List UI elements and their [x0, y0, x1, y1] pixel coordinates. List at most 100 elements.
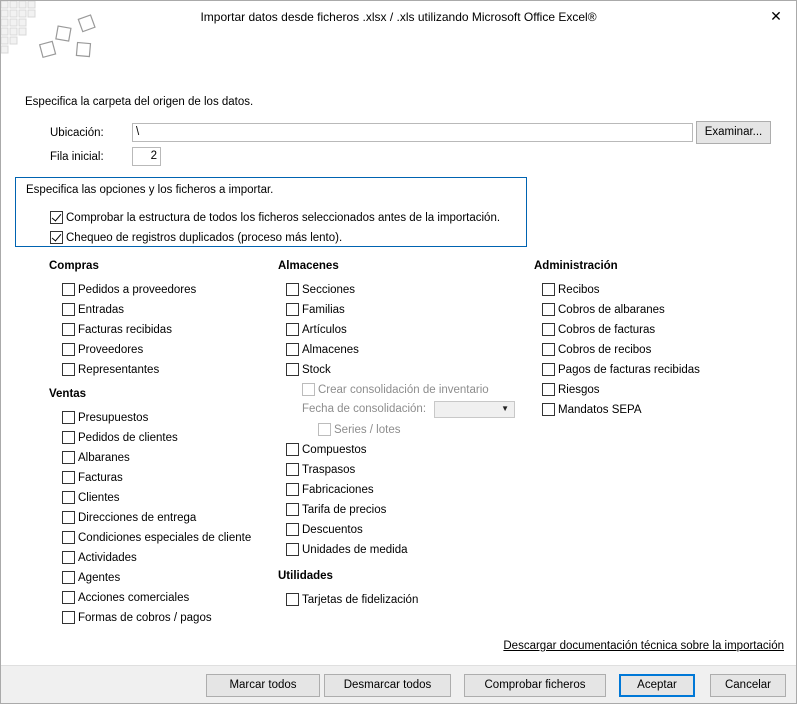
button-bar: Marcar todos Desmarcar todos Comprobar f… [1, 665, 796, 703]
checkbox[interactable] [286, 523, 299, 536]
item-label: Facturas [78, 472, 123, 484]
checkbox[interactable] [542, 343, 555, 356]
checkbox[interactable] [62, 431, 75, 444]
mark-all-button[interactable]: Marcar todos [206, 674, 320, 697]
item-label: Traspasos [302, 464, 356, 476]
item-label: Familias [302, 304, 345, 316]
checkbox[interactable] [286, 483, 299, 496]
checkbox[interactable] [542, 403, 555, 416]
checkbox[interactable] [286, 283, 299, 296]
item-label: Recibos [558, 284, 600, 296]
item-label: Representantes [78, 364, 160, 376]
consolidation-date-label: Fecha de consolidación: [302, 403, 427, 415]
options-heading: Especifica las opciones y los ficheros a… [26, 184, 274, 196]
start-row-label: Fila inicial: [50, 151, 104, 163]
window-title: Importar datos desde ficheros .xlsx / .x… [200, 10, 597, 24]
checkbox[interactable] [50, 211, 63, 224]
checkbox[interactable] [542, 283, 555, 296]
item-label: Presupuestos [78, 412, 149, 424]
checkbox[interactable] [50, 231, 63, 244]
item-label: Pedidos a proveedores [78, 284, 197, 296]
download-docs-link[interactable]: Descargar documentación técnica sobre la… [503, 640, 784, 652]
item-label: Tarjetas de fidelización [302, 594, 419, 606]
item-label: Formas de cobros / pagos [78, 612, 212, 624]
checkbox[interactable] [62, 411, 75, 424]
item-label: Secciones [302, 284, 356, 296]
checkbox[interactable] [62, 551, 75, 564]
group-title-compras: Compras [49, 260, 99, 272]
item-label: Actividades [78, 552, 137, 564]
accept-button[interactable]: Aceptar [619, 674, 695, 697]
checkbox[interactable] [62, 571, 75, 584]
title-bar: Importar datos desde ficheros .xlsx / .x… [1, 1, 796, 59]
checkbox[interactable] [62, 591, 75, 604]
option-label: Comprobar la estructura de todos los fic… [66, 212, 501, 224]
item-label: Artículos [302, 324, 347, 336]
item-label: Pagos de facturas recibidas [558, 364, 700, 376]
item-label: Cobros de albaranes [558, 304, 665, 316]
checkbox[interactable] [286, 593, 299, 606]
item-label: Descuentos [302, 524, 363, 536]
item-label: Agentes [78, 572, 121, 584]
checkbox[interactable] [62, 611, 75, 624]
checkbox[interactable] [286, 443, 299, 456]
item-label: Mandatos SEPA [558, 404, 642, 416]
checkbox[interactable] [542, 383, 555, 396]
checkbox[interactable] [62, 363, 75, 376]
check-files-button[interactable]: Comprobar ficheros [464, 674, 606, 697]
item-label: Facturas recibidas [78, 324, 172, 336]
item-label: Unidades de medida [302, 544, 408, 556]
checkbox[interactable] [286, 463, 299, 476]
checkbox[interactable] [286, 543, 299, 556]
dropdown-arrow-icon: ▼ [501, 404, 509, 413]
unmark-all-button[interactable]: Desmarcar todos [324, 674, 451, 697]
item-label: Albaranes [78, 452, 130, 464]
checkbox[interactable] [62, 491, 75, 504]
item-label: Direcciones de entrega [78, 512, 197, 524]
cancel-button[interactable]: Cancelar [710, 674, 786, 697]
item-label: Crear consolidación de inventario [318, 384, 489, 396]
checkbox[interactable] [286, 363, 299, 376]
import-dialog: Importar datos desde ficheros .xlsx / .x… [0, 0, 797, 704]
item-label: Series / lotes [334, 424, 401, 436]
checkbox[interactable] [286, 503, 299, 516]
checkbox[interactable] [286, 303, 299, 316]
item-label: Cobros de recibos [558, 344, 652, 356]
item-label: Cobros de facturas [558, 324, 656, 336]
checkbox[interactable] [542, 303, 555, 316]
item-label: Pedidos de clientes [78, 432, 178, 444]
group-title-ventas: Ventas [49, 388, 87, 400]
location-input[interactable]: \ [132, 123, 693, 142]
item-label: Almacenes [302, 344, 359, 356]
options-box: Especifica las opciones y los ficheros a… [15, 177, 527, 247]
group-title-utilidades: Utilidades [278, 570, 333, 582]
origin-heading: Especifica la carpeta del origen de los … [25, 96, 254, 108]
checkbox[interactable] [62, 471, 75, 484]
checkbox[interactable] [62, 451, 75, 464]
group-title-administracion: Administración [534, 260, 618, 272]
browse-button[interactable]: Examinar... [696, 121, 771, 144]
item-label: Proveedores [78, 344, 144, 356]
checkbox[interactable] [62, 511, 75, 524]
checkbox[interactable] [62, 343, 75, 356]
item-label: Acciones comerciales [78, 592, 190, 604]
checkbox[interactable] [62, 283, 75, 296]
checkbox[interactable] [542, 323, 555, 336]
group-title-almacenes: Almacenes [278, 260, 339, 272]
checkbox[interactable] [286, 343, 299, 356]
item-label: Fabricaciones [302, 484, 374, 496]
close-icon[interactable]: ✕ [764, 5, 788, 27]
location-label: Ubicación: [50, 127, 104, 139]
checkbox[interactable] [286, 323, 299, 336]
checkbox[interactable] [62, 323, 75, 336]
consolidation-date-select: ▼ [434, 401, 515, 418]
item-label: Compuestos [302, 444, 367, 456]
item-label: Riesgos [558, 384, 600, 396]
start-row-input[interactable]: 2 [132, 147, 161, 166]
item-label: Entradas [78, 304, 125, 316]
checkbox [318, 423, 331, 436]
checkbox[interactable] [62, 303, 75, 316]
checkbox [302, 383, 315, 396]
checkbox[interactable] [542, 363, 555, 376]
checkbox[interactable] [62, 531, 75, 544]
